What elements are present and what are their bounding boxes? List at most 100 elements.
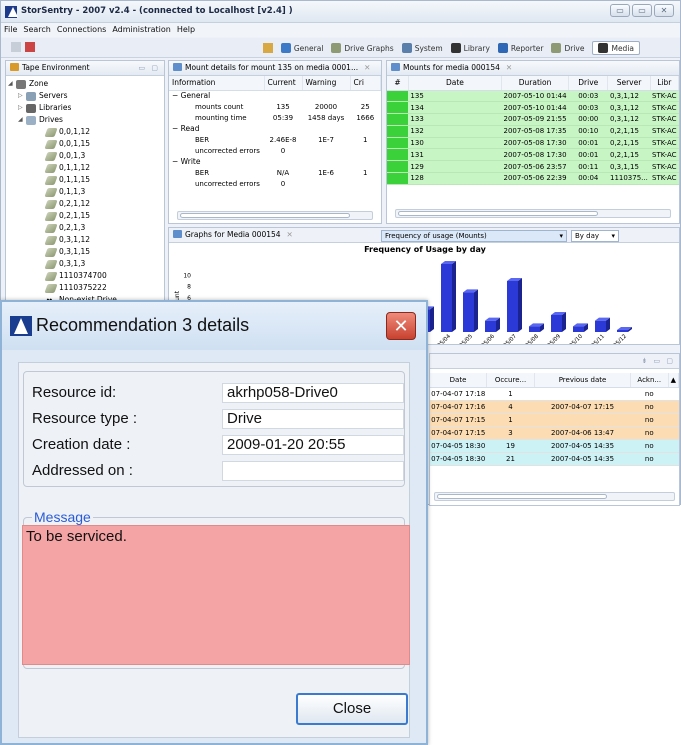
tree-node-drive[interactable]: 0,3,1,3 bbox=[8, 258, 164, 270]
menu-help[interactable]: Help bbox=[177, 23, 195, 37]
tree-node-zone[interactable]: ◢ Zone bbox=[8, 78, 164, 90]
toolbar-system[interactable]: System bbox=[401, 43, 443, 53]
table-row[interactable]: 132 2007-05-08 17:35 00:10 0,2,1,15 STK-AC bbox=[387, 125, 679, 138]
table-row[interactable]: 07-04-07 17:15 3 2007-04-06 13:47 no bbox=[430, 426, 679, 440]
toolbar-general[interactable]: General bbox=[280, 43, 323, 53]
creation-date-field[interactable]: 2009-01-20 20:55 bbox=[222, 435, 404, 455]
column-header[interactable]: Current bbox=[264, 76, 303, 91]
resource-id-field[interactable]: akrhp058-Drive0 bbox=[222, 383, 404, 403]
maximize-icon[interactable]: ▭ bbox=[632, 4, 652, 17]
column-header[interactable]: Date bbox=[430, 373, 488, 388]
tree-node-drive[interactable]: 0,2,1,12 bbox=[8, 198, 164, 210]
tree-node-drive[interactable]: 0,1,1,15 bbox=[8, 174, 164, 186]
table-row[interactable]: 129 2007-05-06 23:57 00:11 0,3,1,15 STK-AC bbox=[387, 160, 679, 174]
toolbar-drive-graphs[interactable]: Drive Graphs bbox=[331, 43, 394, 53]
column-header[interactable]: Drive bbox=[568, 76, 609, 91]
toolbar-drive[interactable]: Drive bbox=[551, 43, 584, 53]
toolbar-reporter[interactable]: Reporter bbox=[497, 43, 543, 53]
period-select[interactable]: By day ▾ bbox=[571, 230, 619, 242]
table-row[interactable]: 135 2007-05-10 01:44 00:03 0,3,1,12 STK-AC bbox=[387, 90, 679, 103]
table-row[interactable]: mounting time 05:39 1458 days 1666 bbox=[169, 112, 381, 123]
expand-icon[interactable]: ◢ bbox=[18, 114, 26, 126]
tree-node-drive[interactable]: 0,0,1,15 bbox=[8, 138, 164, 150]
table-row[interactable]: 128 2007-05-06 22:39 00:04 1110375... STK-AC bbox=[387, 172, 679, 185]
tree-node-drive[interactable]: 0,0,1,3 bbox=[8, 150, 164, 162]
graph-icon bbox=[173, 230, 182, 238]
tree-node-drive[interactable]: 0,1,1,3 bbox=[8, 186, 164, 198]
horizontal-scrollbar[interactable] bbox=[177, 211, 373, 220]
dialog-close-icon[interactable]: ✕ bbox=[386, 312, 416, 340]
table-row[interactable]: 130 2007-05-08 17:30 00:01 0,2,1,15 STK-AC bbox=[387, 137, 679, 150]
table-row[interactable]: uncorrected errors 0 bbox=[169, 145, 381, 156]
column-header[interactable]: # bbox=[387, 76, 409, 91]
toolbar-media[interactable]: Media bbox=[592, 41, 640, 55]
horizontal-scrollbar[interactable] bbox=[395, 209, 671, 218]
column-header[interactable]: Cri bbox=[350, 76, 381, 91]
tree-node-drive[interactable]: 1110375222 bbox=[8, 282, 164, 294]
close-icon[interactable]: ✕ bbox=[654, 4, 674, 17]
scroll-up-icon[interactable]: ▲ bbox=[668, 373, 679, 388]
view-menu-icon[interactable]: ⇟ ▭ ▢ bbox=[641, 354, 675, 368]
table-row[interactable]: BER 2.46E-8 1E-7 1 bbox=[169, 134, 381, 145]
table-row[interactable]: BER N/A 1E-6 1 bbox=[169, 167, 381, 178]
message-text[interactable]: To be serviced. bbox=[22, 525, 410, 665]
column-header[interactable]: Server bbox=[607, 76, 651, 91]
tree-node-drive[interactable]: 0,2,1,3 bbox=[8, 222, 164, 234]
tree-node-drive[interactable]: 0,3,1,12 bbox=[8, 234, 164, 246]
horizontal-scrollbar[interactable] bbox=[434, 492, 675, 501]
column-header[interactable]: Occure... bbox=[486, 373, 535, 388]
collapse-icon[interactable]: ▷ bbox=[18, 102, 26, 114]
tree-node-drive[interactable]: 0,1,1,12 bbox=[8, 162, 164, 174]
disconnect-icon[interactable] bbox=[25, 42, 35, 52]
scrollbar-thumb[interactable] bbox=[437, 494, 607, 499]
table-row[interactable]: 07-04-05 18:30 21 2007-04-05 14:35 no bbox=[430, 452, 679, 466]
menu-search[interactable]: Search bbox=[23, 23, 50, 37]
scrollbar-thumb[interactable] bbox=[398, 211, 598, 216]
resource-type-field[interactable]: Drive bbox=[222, 409, 404, 429]
table-row[interactable]: 07-04-07 17:15 1 no bbox=[430, 413, 679, 427]
menu-administration[interactable]: Administration bbox=[112, 23, 171, 37]
toolbar-library[interactable]: Library bbox=[450, 43, 490, 53]
menu-connections[interactable]: Connections bbox=[57, 23, 106, 37]
connect-icon[interactable] bbox=[11, 42, 21, 52]
column-header[interactable]: Libr bbox=[650, 76, 679, 91]
expand-icon[interactable]: ◢ bbox=[8, 78, 16, 90]
tree-node-drive[interactable]: 0,0,1,12 bbox=[8, 126, 164, 138]
minimize-icon[interactable]: ▭ bbox=[610, 4, 630, 17]
column-header[interactable]: Ackn... bbox=[630, 373, 669, 388]
close-tab-icon[interactable]: ✕ bbox=[287, 230, 293, 239]
column-header[interactable]: Previous date bbox=[534, 373, 631, 388]
dialog-title: Recommendation 3 details bbox=[36, 315, 250, 335]
table-row[interactable]: 07-04-07 17:18 1 no bbox=[430, 387, 679, 401]
tree-node-drive[interactable]: 0,3,1,15 bbox=[8, 246, 164, 258]
column-header[interactable]: Warning bbox=[302, 76, 351, 91]
tree-node-libraries[interactable]: ▷ Libraries bbox=[8, 102, 164, 114]
tree-node-drive[interactable]: 1110374700 bbox=[8, 270, 164, 282]
column-header[interactable]: Date bbox=[408, 76, 503, 91]
table-row[interactable]: 133 2007-05-09 21:55 00:00 0,3,1,12 STK-AC bbox=[387, 113, 679, 126]
close-tab-icon[interactable]: ✕ bbox=[364, 63, 370, 72]
close-button[interactable]: Close bbox=[296, 693, 408, 725]
tree-node-drives[interactable]: ◢ Drives bbox=[8, 114, 164, 126]
column-header[interactable]: Duration bbox=[501, 76, 570, 91]
graph-type-select[interactable]: Frequency of usage (Mounts) ▾ bbox=[381, 230, 567, 242]
tree-node-servers[interactable]: ▷ Servers bbox=[8, 90, 164, 102]
table-row[interactable]: 07-04-05 18:30 19 2007-04-05 14:35 no bbox=[430, 439, 679, 453]
scrollbar-thumb[interactable] bbox=[180, 213, 350, 218]
minimize-maximize-icon[interactable]: ▭ ▢ bbox=[139, 61, 160, 75]
table-row[interactable]: uncorrected errors 0 bbox=[169, 178, 381, 189]
addressed-on-field[interactable] bbox=[222, 461, 404, 481]
close-tab-icon[interactable]: ✕ bbox=[506, 63, 512, 72]
tree-node-drive[interactable]: 0,2,1,15 bbox=[8, 210, 164, 222]
table-row[interactable]: 134 2007-05-10 01:44 00:03 0,3,1,12 STK-AC bbox=[387, 101, 679, 115]
collapse-icon[interactable]: ▷ bbox=[18, 90, 26, 102]
table-row[interactable]: 131 2007-05-08 17:30 00:01 0,2,1,15 STK-AC bbox=[387, 148, 679, 162]
menu-file[interactable]: File bbox=[4, 23, 17, 37]
table-row[interactable]: 07-04-07 17:16 4 2007-04-07 17:15 no bbox=[430, 400, 679, 414]
open-perspective-icon[interactable] bbox=[262, 43, 273, 53]
group-row[interactable]: − Write bbox=[169, 156, 381, 167]
group-row[interactable]: − Read bbox=[169, 123, 381, 134]
column-header[interactable]: Information bbox=[169, 76, 265, 91]
group-row[interactable]: − General bbox=[169, 90, 381, 101]
table-row[interactable]: mounts count 135 20000 25 bbox=[169, 101, 381, 112]
